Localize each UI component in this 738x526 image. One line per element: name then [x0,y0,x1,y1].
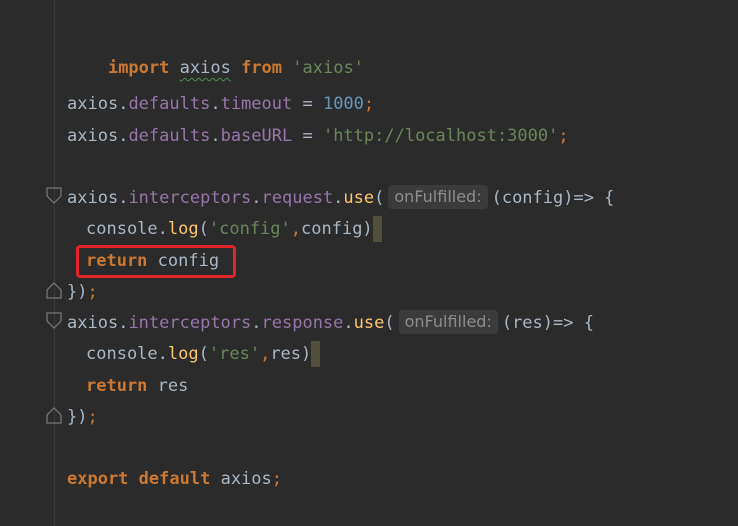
code-editor[interactable]: import axios from 'axios' axios.defaults… [0,0,738,526]
string-literal: 'res' [208,344,261,364]
number-literal: 1000 [322,94,364,114]
keyword-import: import [107,58,170,78]
code-line-5[interactable]: console.log('config',config) [67,216,382,242]
identifier: console [86,344,158,364]
code-line-11[interactable]: }); [67,404,98,430]
code-line-9[interactable]: console.log('res',res) [67,341,321,367]
semicolon: ; [558,126,569,146]
text-caret [311,341,321,367]
property: response [261,313,344,333]
code-line-1[interactable]: import axios from 'axios' [67,29,364,78]
paren: ( [198,219,209,239]
paren: ( [374,188,385,208]
dot: . [118,94,129,114]
property: baseURL [220,126,293,146]
arrow-fn: (config)=> { [491,188,615,208]
property: interceptors [128,313,252,333]
code-line-7[interactable]: }); [67,279,98,305]
dot: . [118,188,129,208]
text-caret [372,216,382,242]
identifier: axios [220,469,272,489]
fold-end-icon[interactable] [46,406,62,424]
string-literal: 'http://localhost:3000' [322,126,559,146]
paren: ( [198,344,209,364]
arrow-fn: (res)=> { [501,313,594,333]
dot: . [118,313,129,333]
parameter-hint: onFulfilled: [388,185,488,209]
dot: . [343,313,354,333]
semicolon: ; [271,469,283,489]
dot: . [210,126,221,146]
paren: ( [384,313,395,333]
code-line-12[interactable]: export default axios; [67,466,282,492]
dot: . [157,344,168,364]
function-call: log [167,219,199,239]
operator: = [292,94,323,114]
gutter-divider [54,0,55,526]
identifier: axios [67,94,119,114]
fold-collapse-icon[interactable] [46,312,62,330]
keyword-return: return [86,376,148,396]
semicolon: ; [363,94,375,114]
semicolon: ; [87,407,98,427]
comma: , [260,344,271,364]
function-call: use [353,313,385,333]
code-line-2[interactable]: axios.defaults.timeout = 1000; [67,91,374,117]
closing-brace: }) [67,282,88,302]
fold-collapse-icon[interactable] [46,187,62,205]
function-call: log [167,344,199,364]
dot: . [333,188,344,208]
identifier: res [147,376,189,396]
fold-end-icon[interactable] [46,281,62,299]
property: defaults [128,126,211,146]
dot: . [210,94,221,114]
semicolon: ; [87,282,98,302]
dot: . [118,126,129,146]
function-call: use [343,188,375,208]
code-line-3[interactable]: axios.defaults.baseURL = 'http://localho… [67,123,569,149]
property: request [261,188,334,208]
operator: = [292,126,323,146]
keyword-export: export [67,469,129,489]
property: timeout [220,94,293,114]
argument: config) [301,219,373,239]
string-literal: 'axios' [292,58,364,78]
dot: . [251,313,262,333]
parameter-hint: onFulfilled: [398,310,498,334]
identifier: axios [67,126,119,146]
dot: . [157,219,168,239]
string-literal: 'config' [208,219,291,239]
annotation-highlight-box [76,245,236,278]
code-line-8[interactable]: axios.interceptors.response.use(onFulfil… [67,310,594,336]
comma: , [290,219,302,239]
identifier: axios [67,313,119,333]
code-line-10[interactable]: return res [67,373,188,399]
identifier-axios: axios [179,58,231,78]
closing-brace: }) [67,407,88,427]
keyword-from: from [241,58,283,78]
identifier: console [86,219,158,239]
keyword-default: default [138,469,211,489]
argument: res) [270,344,312,364]
code-line-4[interactable]: axios.interceptors.request.use(onFulfill… [67,185,614,211]
dot: . [251,188,262,208]
property: interceptors [128,188,252,208]
identifier: axios [67,188,119,208]
property: defaults [128,94,211,114]
